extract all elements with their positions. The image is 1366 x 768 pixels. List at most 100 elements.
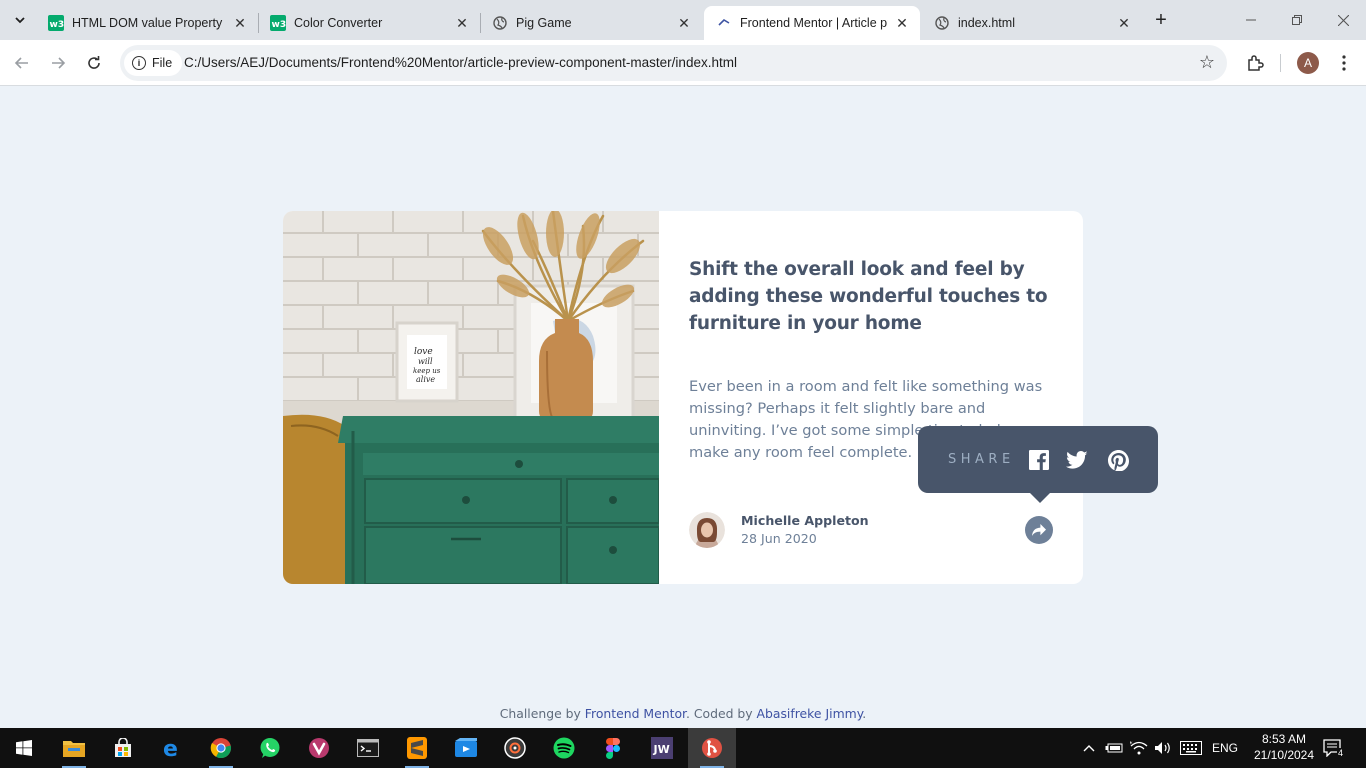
share-button[interactable] [1025,516,1053,544]
article-content: Shift the overall look and feel by addin… [689,211,1059,584]
taskbar-clock[interactable]: 8:53 AM 21/10/2024 [1250,731,1318,763]
file-explorer-icon[interactable] [50,728,98,768]
svg-text:will: will [418,357,433,366]
browser-tab-strip: w3 HTML DOM value Property ✕ w3 Color Co… [0,0,1366,40]
chevron-up-icon [1083,745,1095,752]
tab-index-html[interactable]: index.html ✕ [922,6,1142,40]
svg-text:keep us: keep us [413,367,441,375]
tab-frontend-mentor[interactable]: Frontend Mentor | Article pr ✕ [704,6,920,40]
author-name: Michelle Appleton [741,513,869,528]
battery-icon[interactable] [1105,728,1123,768]
url-text[interactable]: C:/Users/AEJ/Documents/Frontend%20Mentor… [184,55,737,70]
notification-center-button[interactable]: 4 [1323,728,1345,768]
close-window-button[interactable] [1320,0,1366,40]
profile-avatar-button[interactable]: A [1297,52,1319,74]
frontend-mentor-link[interactable]: Frontend Mentor [585,706,686,721]
svg-text:e: e [163,737,178,759]
svg-text:alive: alive [416,375,435,384]
notification-count: 4 [1337,748,1345,758]
chrome-icon[interactable] [197,728,245,768]
arrow-right-icon [52,57,66,69]
publish-date: 28 Jun 2020 [741,531,817,546]
w3schools-icon: w3 [270,15,286,31]
clock-date: 21/10/2024 [1253,748,1315,762]
tab-title: Frontend Mentor | Article pr [740,16,888,30]
tab-title: HTML DOM value Property [72,16,223,30]
bookmark-star-icon[interactable]: ☆ [1199,52,1215,73]
share-label: SHARE [948,452,1015,467]
tab-color-converter[interactable]: w3 Color Converter ✕ [258,6,480,40]
globe-icon [492,15,508,31]
author-link[interactable]: Abasifreke Jimmy [757,706,863,721]
tab-pig-game[interactable]: Pig Game ✕ [480,6,702,40]
git-app-icon[interactable] [688,728,736,768]
music-player-icon[interactable] [491,728,539,768]
tab-title: Pig Game [516,16,572,30]
svg-text:w3: w3 [272,20,287,30]
attribution-prefix: Challenge by [499,706,585,721]
extensions-button[interactable] [1242,50,1268,76]
windows-start-icon [16,740,32,756]
site-info-label: File [152,56,173,70]
toolbar-divider [1280,54,1281,72]
info-icon: i [132,56,146,70]
frontend-mentor-icon [716,15,732,31]
back-button[interactable] [8,49,36,77]
close-icon[interactable]: ✕ [454,15,470,31]
facebook-icon[interactable] [1028,449,1050,471]
tab-html-dom-value[interactable]: w3 HTML DOM value Property ✕ [36,6,258,40]
more-vert-icon [1342,55,1346,71]
store-icon[interactable] [99,728,147,768]
close-icon[interactable]: ✕ [676,15,692,31]
whatsapp-icon[interactable] [246,728,294,768]
video-editor-icon[interactable] [442,728,490,768]
spotify-icon[interactable] [540,728,588,768]
close-icon [1337,14,1349,26]
jw-library-icon[interactable]: JW [638,728,686,768]
article-card: love will keep us alive Shift the overal… [283,211,1083,584]
pinterest-icon[interactable] [1107,449,1129,471]
close-icon[interactable]: ✕ [1116,15,1132,31]
reload-icon [88,56,100,69]
tab-title: index.html [958,16,1015,30]
language-indicator[interactable]: ENG [1212,728,1238,768]
site-info-chip[interactable]: i File [124,50,183,76]
w3schools-icon: w3 [48,15,64,31]
attribution-suffix: . [862,706,867,721]
keyboard-icon[interactable] [1180,728,1202,768]
forward-button[interactable] [44,49,72,77]
reload-button[interactable] [80,49,108,77]
globe-icon [934,15,950,31]
vivaldi-icon[interactable] [295,728,343,768]
article-headline[interactable]: Shift the overall look and feel by addin… [689,256,1049,337]
tray-overflow-button[interactable] [1083,728,1095,768]
volume-icon[interactable] [1154,728,1172,768]
minimize-icon [1246,19,1256,21]
tab-search-button[interactable] [8,8,32,32]
restore-icon [1292,15,1302,25]
edge-icon[interactable]: e [148,728,196,768]
terminal-icon[interactable] [344,728,392,768]
puzzle-icon [1248,55,1264,71]
figma-icon[interactable] [589,728,637,768]
wifi-icon[interactable]: * [1130,728,1148,768]
restore-button[interactable] [1274,0,1320,40]
sublime-text-icon[interactable] [393,728,441,768]
start-button[interactable] [0,728,48,768]
attribution-middle: . Coded by [685,706,757,721]
close-icon[interactable]: ✕ [894,15,910,31]
svg-text:JW: JW [653,743,670,756]
share-arrow-icon [1032,524,1046,536]
attribution-footer: Challenge by Frontend Mentor. Coded by A… [0,706,1366,721]
article-image-drawers: love will keep us alive [283,211,659,584]
twitter-icon[interactable] [1066,449,1088,471]
tab-title: Color Converter [294,16,383,30]
new-tab-button[interactable]: + [1150,9,1172,31]
svg-text:w3: w3 [50,20,65,30]
browser-menu-button[interactable] [1331,50,1357,76]
address-bar[interactable]: i File C:/Users/AEJ/Documents/Frontend%2… [120,45,1227,81]
minimize-button[interactable] [1228,0,1274,40]
close-icon[interactable]: ✕ [232,15,248,31]
chevron-down-icon [15,17,25,24]
frame-text: love [414,347,433,357]
